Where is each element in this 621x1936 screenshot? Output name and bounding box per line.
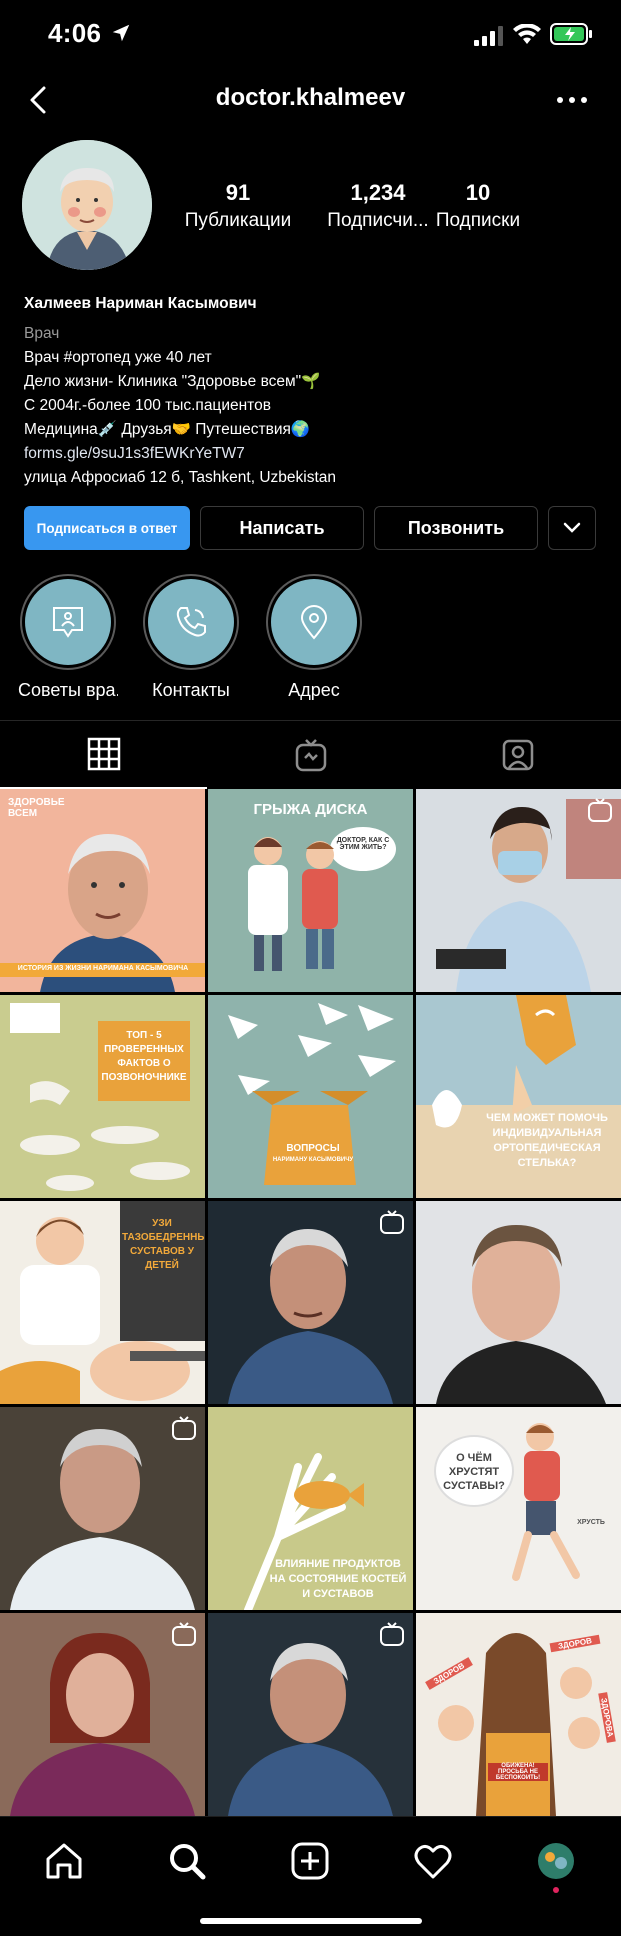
igtv-badge-icon <box>172 1416 196 1440</box>
status-bar: 4:06 <box>0 0 621 66</box>
man-portrait-image <box>40 834 175 992</box>
post-thumbnail[interactable]: ТОП - 5 ПРОВЕРЕННЫХ ФАКТОВ О ПОЗВОНОЧНИК… <box>0 995 205 1198</box>
post-caption: ХРУСТЬ <box>577 1519 605 1526</box>
bio-line: Дело жизни- Клиника "Здоровье всем"🌱 <box>24 373 321 390</box>
post-caption: ИСТОРИЯ ИЗ ЖИЗНИ НАРИМАНА КАСЫМОВИЧА <box>17 965 189 972</box>
spine-vertebrae-illustration <box>10 1003 190 1191</box>
profile-tabs <box>0 720 621 789</box>
tab-grid[interactable] <box>0 721 207 789</box>
avatar-illustration <box>22 140 152 270</box>
post-thumbnail[interactable]: ЗДОРОВ ЗДОРОВ ЗДОРОВА ОБИЖЕНА! ПРОСЬБА Н… <box>416 1613 621 1816</box>
paper-planes-box-illustration <box>228 1003 396 1185</box>
chat-doctor-icon <box>53 607 83 638</box>
post-thumbnail[interactable]: ГРЫЖА ДИСКА ДОКТОР, КАК С ЭТИМ ЖИТЬ? <box>208 789 413 992</box>
tab-igtv[interactable] <box>207 721 414 789</box>
bio-line: Медицина💉 Друзья🤝 Путешествия🌍 <box>24 421 311 438</box>
highlight-label: Адрес <box>288 680 340 700</box>
post-caption: ОБИЖЕНА! ПРОСЬБА НЕ БЕСПОКОИТЬ! <box>488 1763 548 1781</box>
post-caption: ВОПРОСЫ <box>286 1143 340 1154</box>
profile-avatar-icon[interactable] <box>534 1839 578 1883</box>
post-thumbnail[interactable]: О ЧЁМ ХРУСТЯТ СУСТАВЫ? ХРУСТЬ <box>416 1407 621 1610</box>
ultrasound-baby-illustration <box>0 1217 205 1404</box>
home-indicator <box>200 1918 422 1924</box>
phone-icon <box>176 607 206 637</box>
following-label: Подписки <box>435 210 521 231</box>
post-caption: ЧЕМ МОЖЕТ ПОМОЧЬ ИНДИВИДУАЛЬНАЯ ОРТОПЕДИ… <box>486 1112 608 1169</box>
bio-line: Врач #ортопед уже 40 лет <box>24 349 212 366</box>
highlight-ring <box>143 574 239 670</box>
post-thumbnail[interactable]: УЗИ ТАЗОБЕДРЕННЫХ СУСТАВОВ У ДЕТЕЙ <box>0 1201 205 1404</box>
stat-posts[interactable]: 91 Публикации <box>178 180 298 232</box>
bio-address[interactable]: улица Афросиаб 12 б, Tashkent, Uzbekista… <box>24 466 604 490</box>
top-nav: doctor.khalmeev <box>0 70 621 130</box>
igtv-icon <box>295 739 326 772</box>
igtv-badge-icon <box>380 1210 404 1234</box>
posts-label: Публикации <box>184 210 292 231</box>
post-thumbnail[interactable]: ВОПРОСЫ НАРИМАНУ КАСЫМОВИЧУ <box>208 995 413 1198</box>
cracking-joints-illustration <box>512 1423 580 1581</box>
post-thumbnail[interactable]: ЗДОРОВЬЕ ВСЕМ ИСТОРИЯ ИЗ ЖИЗНИ НАРИМАНА … <box>0 789 205 992</box>
follow-back-button[interactable]: Подписаться в ответ <box>24 506 190 550</box>
igtv-badge-icon <box>172 1622 196 1646</box>
suggested-dropdown-button[interactable] <box>548 506 596 550</box>
highlight-label: Контакты <box>152 680 230 700</box>
more-options-icon[interactable] <box>552 88 592 112</box>
home-icon[interactable] <box>42 1839 86 1883</box>
highlight-ring <box>20 574 116 670</box>
following-count: 10 <box>465 180 491 205</box>
profile-bio: Халмеев Нариман Касымович Врач Врач #орт… <box>24 292 604 490</box>
new-post-icon[interactable] <box>288 1839 332 1883</box>
followers-label: Подписчи... <box>327 210 429 231</box>
post-caption: ВЛИЯНИЕ ПРОДУКТОВ НА СОСТОЯНИЕ КОСТЕЙ И … <box>269 1558 407 1600</box>
bio-line: С 2004г.-более 100 тыс.пациентов <box>24 397 271 414</box>
man-selfie-image <box>416 1201 621 1404</box>
post-thumbnail[interactable] <box>208 1201 413 1404</box>
cellular-signal-icon <box>474 26 503 46</box>
search-icon[interactable] <box>165 1839 209 1883</box>
post-caption: НАРИМАНУ КАСЫМОВИЧУ <box>272 1157 354 1163</box>
post-thumbnail[interactable] <box>0 1407 205 1610</box>
bio-name: Халмеев Нариман Касымович <box>24 295 257 312</box>
call-button[interactable]: Позвонить <box>374 506 538 550</box>
stat-following[interactable]: 10 Подписки <box>428 180 528 232</box>
tagged-user-icon <box>502 739 533 771</box>
tab-tagged[interactable] <box>414 721 621 789</box>
stat-followers[interactable]: 1,234 Подписчи... <box>318 180 438 232</box>
igtv-badge-icon <box>588 798 612 822</box>
notification-dot <box>553 1887 559 1893</box>
post-thumbnail[interactable] <box>416 1201 621 1404</box>
post-thumbnail[interactable] <box>416 789 621 992</box>
profile-avatar[interactable] <box>22 140 152 270</box>
message-button[interactable]: Написать <box>200 506 364 550</box>
followers-count: 1,234 <box>350 180 406 205</box>
highlight-label: Советы вра... <box>18 680 118 700</box>
doctor-patient-illustration <box>248 837 338 971</box>
bio-link[interactable]: forms.gle/9suJ1s3fEWKrYeTW7 <box>24 442 604 466</box>
posts-count: 91 <box>225 180 251 205</box>
highlight-contacts[interactable]: Контакты <box>141 574 241 701</box>
post-thumbnail[interactable]: ВЛИЯНИЕ ПРОДУКТОВ НА СОСТОЯНИЕ КОСТЕЙ И … <box>208 1407 413 1610</box>
highlight-tips[interactable]: Советы вра... <box>18 574 118 701</box>
post-thumbnail[interactable] <box>0 1613 205 1816</box>
battery-charging-icon <box>550 23 592 45</box>
posts-grid: ЗДОРОВЬЕ ВСЕМ ИСТОРИЯ ИЗ ЖИЗНИ НАРИМАНА … <box>0 789 621 1816</box>
location-pin-icon <box>300 605 328 640</box>
location-arrow-icon <box>112 24 130 42</box>
bio-category: Врач <box>24 325 60 342</box>
chevron-down-icon <box>563 522 581 533</box>
grid-icon <box>87 737 120 771</box>
highlight-ring <box>266 574 362 670</box>
activity-heart-icon[interactable] <box>411 1839 455 1883</box>
profile-username: doctor.khalmeev <box>215 84 406 111</box>
post-thumbnail[interactable] <box>208 1613 413 1816</box>
igtv-badge-icon <box>380 1622 404 1646</box>
highlight-address[interactable]: Адрес <box>264 574 364 701</box>
post-thumbnail[interactable]: ЧЕМ МОЖЕТ ПОМОЧЬ ИНДИВИДУАЛЬНАЯ ОРТОПЕДИ… <box>416 995 621 1198</box>
status-time: 4:06 <box>48 18 102 48</box>
wifi-icon <box>513 24 541 44</box>
